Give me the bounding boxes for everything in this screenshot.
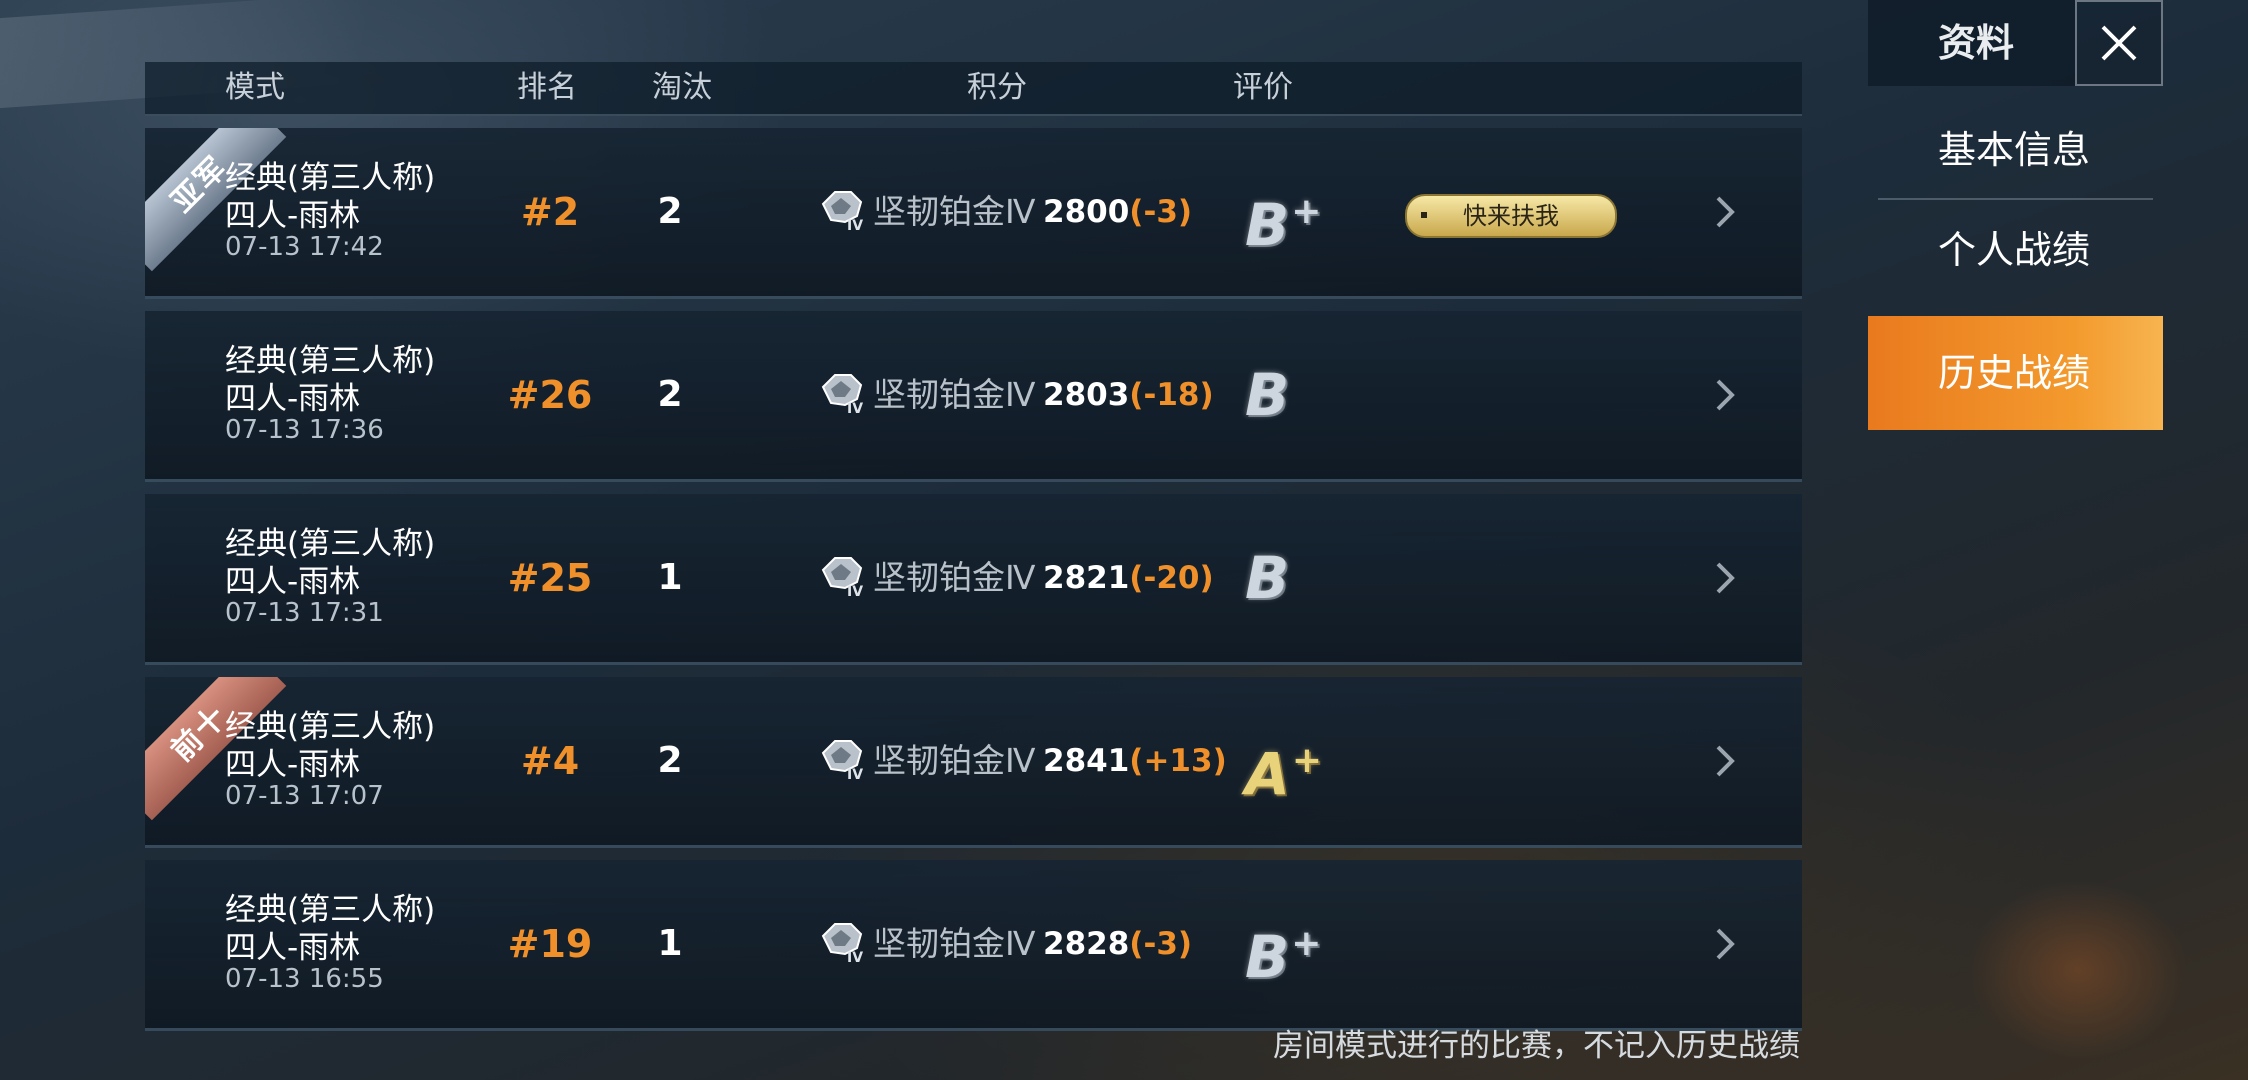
score-delta: (+13): [1129, 743, 1227, 779]
table-row[interactable]: 经典(第三人称) 四人-雨林 07-13 16:55 #19 1 IV 坚韧铂金Ⅳ 282…: [145, 860, 1802, 1031]
mode-map: 四人-雨林: [225, 747, 361, 783]
table-row[interactable]: 经典(第三人称) 四人-雨林 07-13 17:36 #26 2 IV 坚韧铂金Ⅳ 280…: [145, 311, 1802, 482]
svg-text:IV: IV: [847, 950, 863, 964]
match-score: 2803(-18): [1043, 311, 1214, 479]
performance-grade: B: [1245, 311, 1289, 479]
match-eliminations: 2: [657, 740, 683, 781]
match-score: 2800(-3): [1043, 128, 1192, 296]
chevron-right-icon[interactable]: [1704, 375, 1744, 415]
match-rank: #19: [507, 922, 593, 966]
match-rank: #26: [507, 373, 593, 417]
mode-map: 四人-雨林: [225, 381, 361, 417]
performance-grade: A+: [1245, 677, 1323, 845]
match-rank: #4: [520, 739, 580, 783]
platinum-tier-icon: IV: [821, 923, 863, 964]
svg-text:IV: IV: [847, 767, 863, 781]
header-rating: 评价: [1233, 70, 1293, 105]
svg-text:IV: IV: [847, 218, 863, 232]
panel-title: 资料: [1868, 0, 2076, 86]
table-row[interactable]: 经典(第三人称) 四人-雨林 07-13 17:31 #25 1 IV 坚韧铂金Ⅳ 282…: [145, 494, 1802, 665]
close-icon: [2101, 25, 2137, 61]
score-delta: (-3): [1129, 926, 1193, 962]
platinum-tier-icon: IV: [821, 557, 863, 598]
header-eliminations: 淘汰: [652, 70, 712, 105]
match-score: 2841(+13): [1043, 677, 1227, 845]
performance-grade: B+: [1245, 860, 1322, 1028]
platinum-tier-icon: IV: [821, 191, 863, 232]
nav-item-match-history[interactable]: 历史战绩: [1868, 316, 2163, 430]
platinum-tier-icon: IV: [821, 374, 863, 415]
score-value: 2803: [1043, 377, 1130, 413]
nav-item-label: 基本信息: [1938, 128, 2091, 172]
match-datetime: 07-13 17:31: [225, 598, 384, 628]
tier-name: 坚韧铂金Ⅳ: [873, 924, 1036, 963]
tier-name: 坚韧铂金Ⅳ: [873, 741, 1036, 780]
tier-name: 坚韧铂金Ⅳ: [873, 375, 1036, 414]
match-rank: #25: [507, 556, 593, 600]
score-value: 2800: [1043, 194, 1130, 230]
match-eliminations: 1: [657, 923, 683, 964]
match-score: 2821(-20): [1043, 494, 1214, 662]
score-value: 2821: [1043, 560, 1130, 596]
score-value: 2828: [1043, 926, 1130, 962]
chevron-right-icon[interactable]: [1704, 558, 1744, 598]
match-datetime: 07-13 17:36: [225, 415, 384, 445]
close-button[interactable]: [2075, 0, 2163, 86]
platinum-tier-icon: IV: [821, 740, 863, 781]
grade-plus: +: [1291, 191, 1322, 232]
mode-map: 四人-雨林: [225, 930, 361, 966]
table-header: 模式 排名 淘汰 积分 评价: [145, 62, 1802, 116]
chevron-right-icon[interactable]: [1704, 924, 1744, 964]
footer-note: 房间模式进行的比赛，不记入历史战绩: [1273, 1028, 1800, 1064]
side-navigation: 基本信息 个人战绩 历史战绩: [1868, 100, 2163, 430]
svg-text:IV: IV: [847, 584, 863, 598]
tier-name: 坚韧铂金Ⅳ: [873, 558, 1036, 597]
header-mode: 模式: [225, 70, 285, 105]
match-rank: #2: [520, 190, 580, 234]
svg-text:IV: IV: [847, 401, 863, 415]
match-history-table: 模式 排名 淘汰 积分 评价 亚军 经典(第三人称) 四人-雨林 07-13 17:4…: [145, 62, 1802, 1031]
header-rank: 排名: [517, 70, 577, 105]
background-glow-decoration: [1968, 880, 2188, 1060]
header-points: 积分: [967, 70, 1027, 105]
match-datetime: 07-13 17:07: [225, 781, 384, 811]
grade-letter: B: [1245, 361, 1290, 429]
table-row[interactable]: 亚军 经典(第三人称) 四人-雨林 07-13 17:42 #2 2 IV 坚韧铂金Ⅳ 28…: [145, 128, 1802, 299]
table-row[interactable]: 前十 经典(第三人称) 四人-雨林 07-13 17:07 #4 2 IV 坚韧铂金Ⅳ 28…: [145, 677, 1802, 848]
match-score: 2828(-3): [1043, 860, 1192, 1028]
score-delta: (-3): [1129, 194, 1193, 230]
nav-item-basic-info[interactable]: 基本信息: [1868, 100, 2163, 200]
grade-plus: +: [1291, 740, 1323, 781]
match-eliminations: 2: [657, 374, 683, 415]
chevron-right-icon[interactable]: [1704, 741, 1744, 781]
score-value: 2841: [1043, 743, 1130, 779]
grade-letter: B: [1245, 191, 1290, 259]
match-datetime: 07-13 17:42: [225, 232, 384, 262]
score-delta: (-18): [1129, 377, 1214, 413]
mode-map: 四人-雨林: [225, 198, 361, 234]
match-eliminations: 2: [657, 191, 683, 232]
nav-item-label: 历史战绩: [1938, 351, 2091, 395]
tier-name: 坚韧铂金Ⅳ: [873, 192, 1036, 231]
match-datetime: 07-13 16:55: [225, 964, 384, 994]
nav-item-personal-stats[interactable]: 个人战绩: [1868, 200, 2163, 300]
grade-letter: A: [1245, 740, 1290, 808]
chevron-right-icon[interactable]: [1704, 192, 1744, 232]
title-badge: 快来扶我: [1405, 194, 1617, 238]
grade-plus: +: [1291, 923, 1322, 964]
match-eliminations: 1: [657, 557, 683, 598]
nav-item-label: 个人战绩: [1938, 228, 2091, 272]
score-delta: (-20): [1129, 560, 1214, 596]
grade-letter: B: [1245, 923, 1290, 991]
grade-letter: B: [1245, 544, 1290, 612]
performance-grade: B: [1245, 494, 1289, 662]
mode-map: 四人-雨林: [225, 564, 361, 600]
performance-grade: B+: [1245, 128, 1322, 296]
